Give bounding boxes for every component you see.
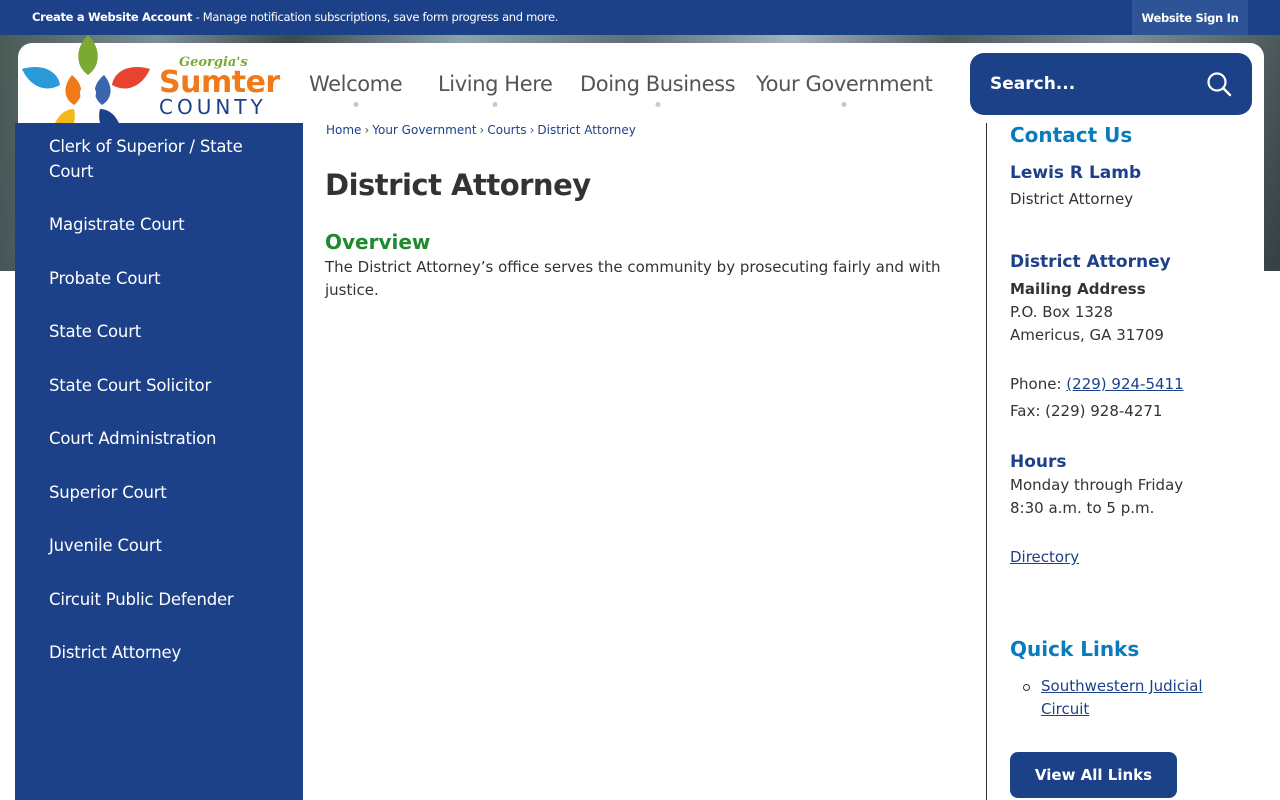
address-line-1: P.O. Box 1328 — [1010, 303, 1114, 321]
nav-living-here-label: Living Here — [438, 72, 553, 96]
list-bullet — [1023, 684, 1030, 691]
create-account-link[interactable]: Create a Website Account — [32, 10, 193, 24]
directory-link[interactable]: Directory — [1010, 548, 1079, 566]
hours-heading: Hours — [1010, 452, 1067, 472]
sidebar-item-superior-court[interactable]: Superior Court — [49, 480, 279, 505]
sidebar-item-court-administration[interactable]: Court Administration — [49, 426, 279, 451]
contact-person-name: Lewis R Lamb — [1010, 163, 1142, 183]
breadcrumb-separator: › — [364, 123, 370, 137]
contact-us-heading: Contact Us — [1010, 123, 1133, 147]
mailing-address-label: Mailing Address — [1010, 280, 1146, 298]
phone-label: Phone: — [1010, 375, 1067, 393]
phone-row: Phone: (229) 924-5411 — [1010, 375, 1184, 393]
hours-line-1: Monday through Friday — [1010, 476, 1184, 494]
view-all-links-button[interactable]: View All Links — [1010, 752, 1177, 798]
search-icon[interactable] — [1206, 71, 1232, 97]
nav-your-government[interactable]: Your Government — [756, 72, 933, 107]
sidebar-item-state-court[interactable]: State Court — [49, 319, 279, 344]
breadcrumb: Home › Your Government › Courts › District Att… — [326, 123, 636, 137]
page-title: District Attorney — [325, 168, 591, 202]
contact-sidebar: Contact Us Lewis R Lamb District Attorne… — [986, 123, 1264, 800]
breadcrumb-your-government[interactable]: Your Government — [372, 123, 476, 137]
sidebar-item-probate-court[interactable]: Probate Court — [49, 266, 279, 291]
nav-dot — [353, 102, 359, 107]
account-notice: Create a Website Account - Manage notifi… — [32, 10, 558, 24]
nav-dot — [492, 102, 498, 107]
nav-welcome-label: Welcome — [309, 72, 403, 96]
address-line-2: Americus, GA 31709 — [1010, 326, 1164, 344]
account-notice-text: - Manage notification subscriptions, sav… — [192, 10, 559, 24]
website-sign-in-button[interactable]: Website Sign In — [1132, 0, 1248, 35]
quick-link-southwestern-judicial-circuit[interactable]: Southwestern Judicial Circuit — [1041, 675, 1241, 721]
nav-dot — [655, 102, 661, 107]
office-heading: District Attorney — [1010, 252, 1171, 272]
nav-dot — [841, 102, 847, 107]
overview-heading: Overview — [325, 230, 431, 254]
breadcrumb-district-attorney[interactable]: District Attorney — [537, 123, 635, 137]
sidebar-item-state-court-solicitor[interactable]: State Court Solicitor — [49, 373, 279, 398]
sidebar-item-juvenile-court[interactable]: Juvenile Court — [49, 533, 279, 558]
breadcrumb-courts[interactable]: Courts — [487, 123, 526, 137]
fax-text: Fax: (229) 928-4271 — [1010, 402, 1163, 420]
breadcrumb-separator: › — [479, 123, 485, 137]
phone-link[interactable]: (229) 924-5411 — [1066, 375, 1183, 393]
sidebar-item-district-attorney[interactable]: District Attorney — [49, 640, 279, 665]
search-input[interactable] — [990, 71, 1200, 97]
sidebar-item-magistrate-court[interactable]: Magistrate Court — [49, 212, 279, 237]
contact-person-title: District Attorney — [1010, 190, 1134, 208]
breadcrumb-separator: › — [529, 123, 535, 137]
nav-your-government-label: Your Government — [756, 72, 933, 96]
nav-doing-business[interactable]: Doing Business — [580, 72, 736, 107]
nav-doing-business-label: Doing Business — [580, 72, 736, 96]
sidebar-nav: Clerk of Superior / State Court Magistra… — [15, 123, 303, 800]
nav-welcome[interactable]: Welcome — [309, 72, 403, 107]
top-notification-bar: Create a Website Account - Manage notifi… — [0, 0, 1280, 35]
sidebar-item-clerk-of-superior-state-court[interactable]: Clerk of Superior / State Court — [49, 134, 279, 184]
main-content: Home › Your Government › Courts › District Att… — [303, 123, 986, 800]
logo-line-county: COUNTY — [159, 95, 267, 119]
sidebar-item-circuit-public-defender[interactable]: Circuit Public Defender — [49, 587, 279, 612]
hours-line-2: 8:30 a.m. to 5 p.m. — [1010, 499, 1155, 517]
nav-living-here[interactable]: Living Here — [438, 72, 553, 107]
overview-text: The District Attorney’s office serves th… — [325, 258, 941, 299]
breadcrumb-home[interactable]: Home — [326, 123, 361, 137]
quick-links-heading: Quick Links — [1010, 637, 1140, 661]
